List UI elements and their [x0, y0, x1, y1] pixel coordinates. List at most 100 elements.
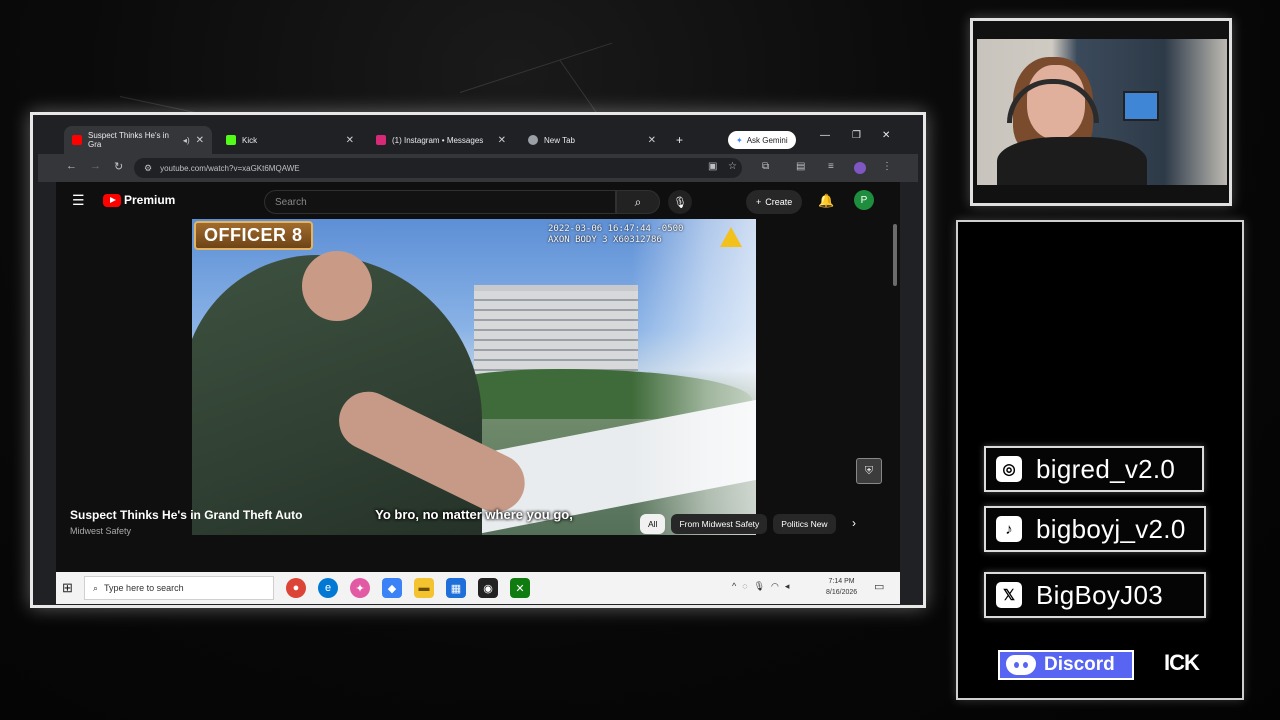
- browser-window: Suspect Thinks He's in Gra ◂) ✕ Kick ✕ (…: [38, 120, 918, 604]
- channel-name[interactable]: Midwest Safety: [70, 526, 131, 536]
- page-scrollbar[interactable]: [892, 218, 898, 572]
- clock-time: 7:14 PM: [828, 578, 855, 585]
- clock-date: 8/16/2026: [826, 589, 858, 596]
- windows-start-icon[interactable]: ⊞: [62, 580, 73, 596]
- forward-arrow-icon[interactable]: →: [90, 160, 101, 172]
- youtube-brand-label: Premium: [124, 193, 176, 207]
- wifi-icon[interactable]: ◠: [771, 581, 779, 592]
- speaker-icon[interactable]: ◂): [183, 136, 190, 145]
- close-tab-icon[interactable]: ✕: [648, 135, 656, 146]
- close-tab-icon[interactable]: ✕: [196, 135, 204, 146]
- edge-taskbar-icon[interactable]: e: [318, 578, 338, 598]
- network-icon[interactable]: ◌: [742, 581, 747, 592]
- profile-icon[interactable]: [854, 162, 866, 174]
- cast-icon[interactable]: ▣: [708, 161, 717, 172]
- bookmark-star-icon[interactable]: ☆: [728, 161, 737, 172]
- restore-icon[interactable]: ❐: [852, 130, 861, 141]
- stream-overlay: Suspect Thinks He's in Gra ◂) ✕ Kick ✕ (…: [0, 0, 1280, 720]
- extensions-icon[interactable]: ⧉: [762, 161, 769, 172]
- chevron-up-icon[interactable]: ^: [732, 581, 736, 592]
- discord-icon: [1006, 655, 1036, 675]
- video-title: Suspect Thinks He's in Grand Theft Auto: [70, 508, 303, 522]
- officer-label-overlay: OFFICER 8: [194, 221, 313, 250]
- minimize-icon[interactable]: —: [820, 130, 830, 141]
- site-info-icon[interactable]: ⚙: [144, 163, 152, 174]
- social-tiktok: ♪ bigboyj_v2.0: [984, 506, 1206, 552]
- webcam-person-shirt: [997, 137, 1147, 185]
- browser-capture-frame: Suspect Thinks He's in Gra ◂) ✕ Kick ✕ (…: [30, 112, 926, 608]
- video-player[interactable]: OFFICER 8 2022-03-06 16:47:44 -0500 AXON…: [192, 219, 756, 535]
- taskbar-search-placeholder: Type here to search: [104, 583, 184, 593]
- axon-logo-icon: [720, 227, 742, 247]
- chevron-right-icon[interactable]: ›: [852, 516, 856, 530]
- x-handle: BigBoyJ03: [1036, 579, 1163, 610]
- discord-label: Discord: [1044, 654, 1115, 675]
- microphone-icon: 🎙: [673, 196, 687, 209]
- scrollbar-thumb[interactable]: [893, 224, 897, 286]
- kick-favicon-icon: [226, 135, 236, 145]
- youtube-play-icon: [103, 193, 121, 207]
- avatar[interactable]: P: [854, 190, 874, 210]
- chrome-taskbar-icon[interactable]: ●: [286, 578, 306, 598]
- webcam-frame: [970, 18, 1232, 206]
- recommendation-chips: All From Midwest Safety Politics New: [640, 514, 836, 534]
- windows-taskbar: ⊞ ⌕ Type here to search ● e ✦ ◆ ▬ ▦ ◉ ✕ …: [56, 572, 900, 604]
- tab-instagram[interactable]: (1) Instagram • Messages ✕: [368, 126, 514, 154]
- app-taskbar-icon[interactable]: ◆: [382, 578, 402, 598]
- chrome-favicon-icon: [528, 135, 538, 145]
- bodycam-device-line: AXON BODY 3 X60312786: [548, 235, 662, 245]
- close-tab-icon[interactable]: ✕: [346, 135, 354, 146]
- tab-bar: Suspect Thinks He's in Gra ◂) ✕ Kick ✕ (…: [38, 120, 918, 154]
- file-explorer-taskbar-icon[interactable]: ▬: [414, 578, 434, 598]
- taskbar-clock[interactable]: 7:14 PM 8/16/2026: [826, 576, 857, 598]
- obs-taskbar-icon[interactable]: ◉: [478, 578, 498, 598]
- bodycam-timestamp-line: 2022-03-06 16:47:44 -0500: [548, 224, 684, 234]
- voice-search-button[interactable]: 🎙: [668, 190, 692, 214]
- microphone-icon[interactable]: 🎙: [754, 581, 765, 592]
- x-icon: 𝕏: [996, 582, 1022, 608]
- tiktok-handle: bigboyj_v2.0: [1036, 513, 1186, 544]
- tab-kick[interactable]: Kick ✕: [218, 126, 362, 154]
- address-bar[interactable]: ⚙ youtube.com/watch?v=xaGKt6MQAWE: [134, 158, 742, 178]
- create-button[interactable]: + Create: [746, 190, 803, 214]
- xbox-taskbar-icon[interactable]: ✕: [510, 578, 530, 598]
- kick-logo: ICK: [1164, 650, 1200, 675]
- notifications-icon[interactable]: ▭: [874, 580, 884, 593]
- create-label: Create: [765, 197, 793, 207]
- webcam-feed: [977, 39, 1227, 185]
- tab-new[interactable]: New Tab ✕: [520, 126, 664, 154]
- toolbar: ← → ↻ ⚙ youtube.com/watch?v=xaGKt6MQAWE …: [38, 154, 918, 182]
- notifications-bell-icon[interactable]: 🔔: [818, 193, 834, 209]
- new-tab-button[interactable]: +: [668, 126, 691, 154]
- chip-from-channel[interactable]: From Midwest Safety: [671, 514, 768, 534]
- chip-all[interactable]: All: [640, 514, 666, 534]
- search-input[interactable]: Search: [264, 190, 616, 214]
- store-taskbar-icon[interactable]: ▦: [446, 578, 466, 598]
- youtube-page: ☰ Premium Search ⌕ 🎙 + Create 🔔 P OFFICE…: [56, 182, 900, 572]
- video-frame-glare: [632, 219, 756, 535]
- video-frame-officer: [192, 251, 482, 535]
- decor-line: [459, 42, 613, 93]
- close-window-icon[interactable]: ✕: [882, 130, 890, 141]
- taskbar-search-input[interactable]: ⌕ Type here to search: [84, 576, 274, 600]
- gemini-sparkle-icon: ✦: [736, 135, 743, 145]
- instagram-handle: bigred_v2.0: [1036, 453, 1176, 484]
- reload-icon[interactable]: ↻: [114, 160, 123, 173]
- copilot-taskbar-icon[interactable]: ✦: [350, 578, 370, 598]
- ask-gemini-button[interactable]: ✦ Ask Gemini: [728, 131, 796, 149]
- hamburger-menu-icon[interactable]: ☰: [72, 192, 85, 209]
- media-control-icon[interactable]: ≡: [828, 161, 834, 172]
- instagram-icon: ◎: [996, 456, 1022, 482]
- menu-dots-icon[interactable]: ⋮: [882, 161, 892, 172]
- volume-icon[interactable]: ◂: [785, 581, 790, 592]
- tab-label: Suspect Thinks He's in Gra: [88, 131, 169, 149]
- tab-youtube[interactable]: Suspect Thinks He's in Gra ◂) ✕: [64, 126, 212, 154]
- search-button[interactable]: ⌕: [616, 190, 660, 214]
- close-tab-icon[interactable]: ✕: [498, 135, 506, 146]
- back-arrow-icon[interactable]: ←: [66, 160, 77, 172]
- chip-politics[interactable]: Politics New: [773, 514, 836, 534]
- video-frame-officer-head: [302, 251, 372, 321]
- youtube-logo[interactable]: Premium: [103, 193, 175, 207]
- bodycam-timestamp: 2022-03-06 16:47:44 -0500 AXON BODY 3 X6…: [548, 224, 683, 246]
- reading-list-icon[interactable]: ▤: [796, 161, 805, 172]
